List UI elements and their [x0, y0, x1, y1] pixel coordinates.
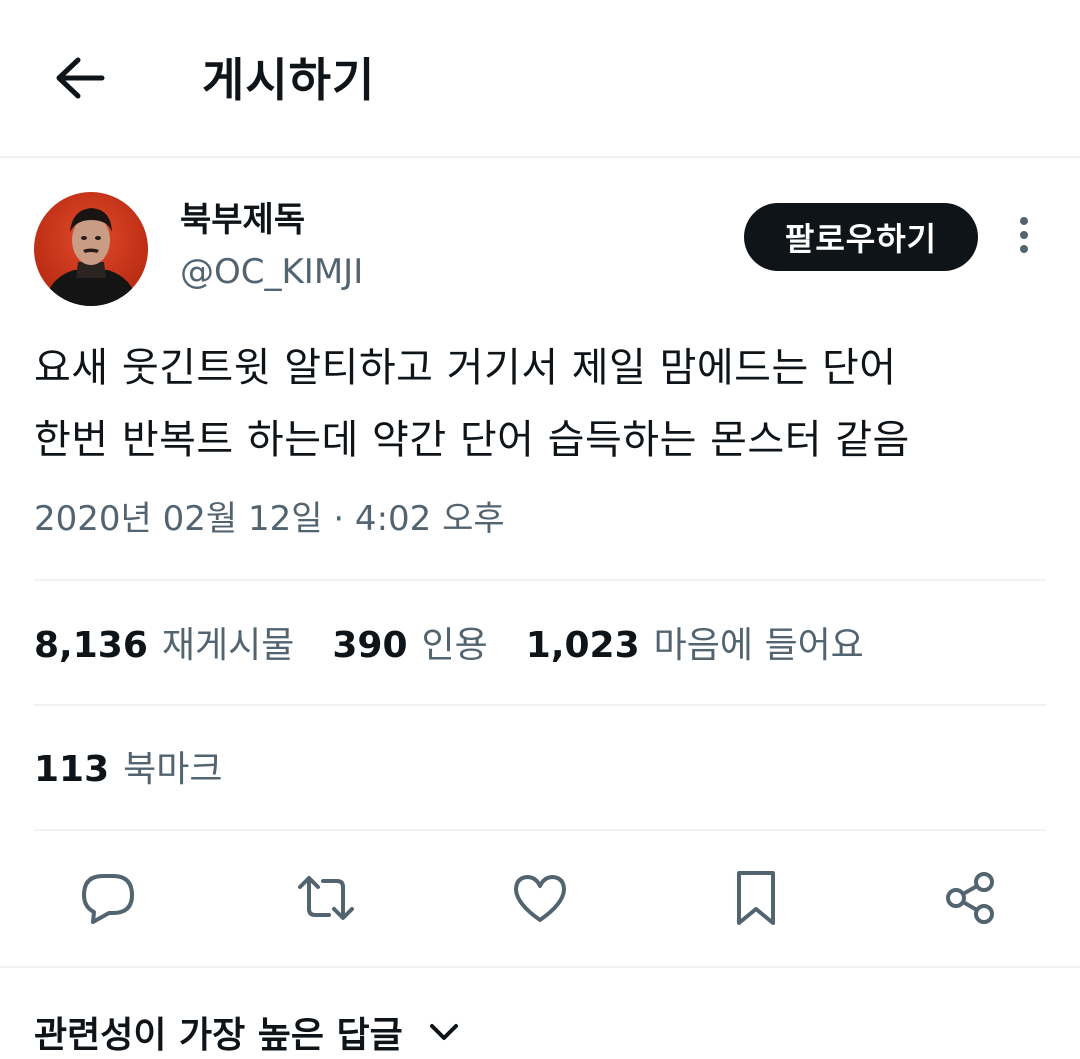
engagement-stats: 8,136 재게시물 390 인용 1,023 마음에 들어요 [34, 620, 902, 672]
reply-icon [79, 870, 137, 930]
arrow-left-icon [54, 56, 106, 104]
likes-label: 마음에 들어요 [653, 625, 864, 666]
follow-button[interactable]: 팔로우하기 [744, 203, 978, 271]
tweet-text-line: 한번 반복트 하는데 약간 단어 습득하는 몬스터 같음 [34, 417, 910, 463]
page-title: 게시하기 [202, 53, 376, 107]
more-vertical-icon [1018, 215, 1030, 259]
like-icon [511, 872, 569, 928]
divider [0, 966, 1080, 968]
chevron-down-icon [427, 1021, 461, 1043]
share-icon [942, 870, 998, 930]
more-options-button[interactable] [1004, 212, 1044, 262]
bookmark-button[interactable] [724, 868, 788, 932]
bookmarks-stat[interactable]: 113 북마크 [34, 744, 223, 796]
divider [34, 579, 1046, 581]
top-header: 게시하기 [0, 0, 1080, 158]
user-handle[interactable]: @OC_KIMJI [180, 248, 363, 296]
tweet-timestamp[interactable]: 2020년 02월 12일 · 4:02 오후 [34, 495, 505, 543]
quotes-stat[interactable]: 390 인용 [332, 620, 487, 672]
tweet-actions-bar [0, 860, 1080, 940]
retweets-count: 8,136 [34, 625, 148, 666]
retweet-icon [296, 873, 356, 927]
quotes-count: 390 [332, 625, 408, 666]
bookmarks-label: 북마크 [123, 749, 223, 790]
share-button[interactable] [938, 868, 1002, 932]
tweet-text-line: 요새 웃긴트윗 알티하고 거기서 제일 맘에드는 단어 [34, 345, 897, 391]
reply-sort-label: 관련성이 가장 높은 답글 [34, 1015, 403, 1056]
likes-stat[interactable]: 1,023 마음에 들어요 [526, 620, 864, 672]
reply-button[interactable] [76, 868, 140, 932]
bookmark-icon [733, 869, 779, 931]
retweets-stat[interactable]: 8,136 재게시물 [34, 620, 294, 672]
display-name[interactable]: 북부제독 [180, 196, 305, 244]
divider [34, 829, 1046, 831]
tweet-detail-page: 게시하기 북부제독 @OC_KIMJI 팔로우하기 요새 웃긴트윗 알티하고 거… [0, 0, 1080, 1059]
reply-sort-selector[interactable]: 관련성이 가장 높은 답글 [34, 1006, 461, 1058]
bookmarks-count: 113 [34, 749, 110, 790]
back-button[interactable] [38, 42, 122, 118]
retweets-label: 재게시물 [161, 625, 295, 666]
like-button[interactable] [508, 868, 572, 932]
avatar[interactable] [34, 192, 148, 306]
retweet-button[interactable] [294, 868, 358, 932]
tweet-text: 요새 웃긴트윗 알티하고 거기서 제일 맘에드는 단어 한번 반복트 하는데 약… [34, 332, 1054, 476]
likes-count: 1,023 [525, 625, 640, 666]
divider [34, 704, 1046, 706]
quotes-label: 인용 [421, 625, 488, 666]
